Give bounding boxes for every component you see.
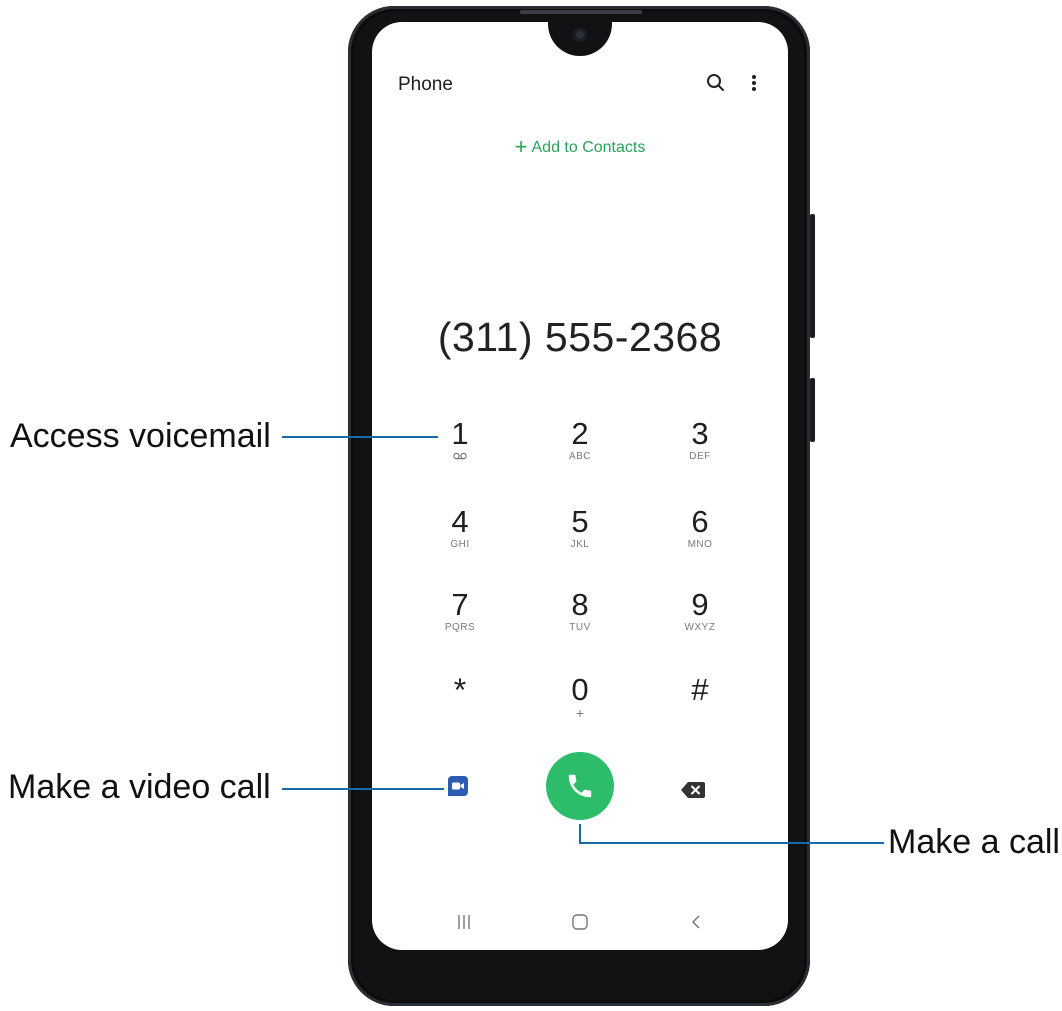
key-6[interactable]: 6 MNO (650, 506, 750, 551)
key-letters: MNO (687, 539, 713, 550)
video-call-icon[interactable] (446, 774, 470, 798)
key-7[interactable]: 7 PQRS (410, 589, 510, 634)
power-button (810, 378, 815, 442)
front-camera (573, 28, 587, 42)
plus-icon: + (514, 134, 528, 159)
key-digit: 5 (571, 504, 589, 539)
callout-line-voicemail (282, 436, 438, 438)
key-letters: TUV (569, 622, 591, 633)
key-5[interactable]: 5 JKL (530, 506, 630, 551)
home-icon[interactable] (572, 914, 588, 930)
key-letters: GHI (450, 539, 470, 550)
camera-notch (548, 22, 612, 56)
add-to-contacts-button[interactable]: + Add to Contacts (372, 134, 788, 160)
key-digit: 3 (691, 416, 709, 451)
key-digit: 2 (571, 416, 589, 451)
key-letters: PQRS (444, 622, 476, 633)
phone-screen: Phone + Add to Contacts (311) 555-2368 1 … (372, 22, 788, 950)
volume-button (810, 214, 815, 338)
key-4[interactable]: 4 GHI (410, 506, 510, 551)
call-button[interactable] (546, 752, 614, 820)
key-3[interactable]: 3 DEF (650, 418, 750, 463)
phone-frame: Phone + Add to Contacts (311) 555-2368 1 … (348, 6, 810, 1006)
app-title: Phone (398, 74, 453, 95)
key-digit: # (691, 672, 709, 707)
key-digit: 9 (691, 587, 709, 622)
key-9[interactable]: 9 WXYZ (650, 589, 750, 634)
key-letters: DEF (689, 451, 711, 462)
callout-line-call-horizontal (579, 842, 884, 844)
search-icon[interactable] (705, 72, 727, 94)
key-digit: 4 (451, 504, 469, 539)
key-digit: * (453, 672, 467, 708)
dialed-number: (311) 555-2368 (437, 314, 723, 360)
key-1[interactable]: 1 (410, 418, 510, 460)
key-digit: 6 (691, 504, 709, 539)
add-to-contacts-label: Add to Contacts (531, 139, 646, 156)
key-letters: JKL (570, 539, 590, 550)
key-digit: 8 (571, 587, 589, 622)
callout-line-call-vertical (579, 824, 581, 844)
key-8[interactable]: 8 TUV (530, 589, 630, 634)
callout-make-video-call: Make a video call (8, 768, 271, 806)
key-2[interactable]: 2 ABC (530, 418, 630, 463)
voicemail-icon (453, 452, 467, 460)
key-digit: 1 (451, 416, 469, 451)
key-digit: 7 (451, 587, 469, 622)
backspace-icon[interactable] (680, 781, 706, 799)
earpiece-speaker (520, 10, 642, 14)
key-digit: 0 (571, 672, 589, 707)
key-0[interactable]: 0 + (530, 672, 630, 721)
callout-access-voicemail: Access voicemail (10, 417, 271, 455)
key-letters: ABC (568, 451, 592, 462)
key-star[interactable]: * (410, 674, 510, 706)
back-icon[interactable] (690, 914, 702, 930)
call-icon (568, 774, 592, 798)
callout-make-call: Make a call (888, 823, 1060, 861)
key-hash[interactable]: # (650, 674, 750, 706)
callout-line-video-call (282, 788, 444, 790)
key-letters: + (575, 705, 585, 721)
more-options-icon[interactable] (746, 72, 762, 94)
recents-icon[interactable] (454, 914, 474, 930)
key-letters: WXYZ (684, 622, 716, 633)
